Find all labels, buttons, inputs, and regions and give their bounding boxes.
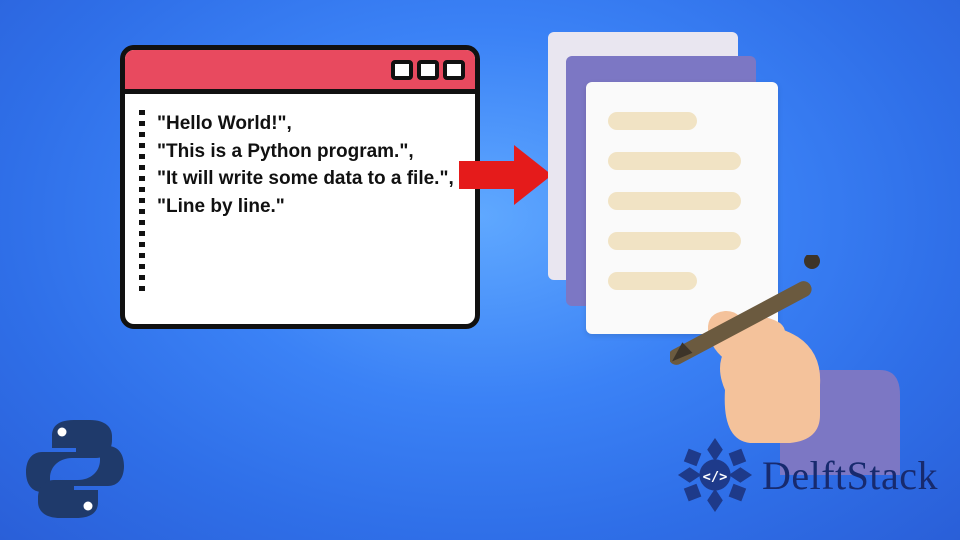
python-logo-icon: [20, 414, 130, 524]
code-line: "It will write some data to a file.",: [157, 165, 461, 193]
window-button: [391, 60, 413, 80]
brand-name: DelftStack: [762, 452, 938, 499]
code-line: "This is a Python program.",: [157, 138, 461, 166]
window-button: [417, 60, 439, 80]
document-line: [608, 112, 697, 130]
document-line: [608, 152, 741, 170]
svg-text:</>: </>: [703, 469, 728, 485]
brand: </> DelftStack: [676, 436, 938, 514]
notch-decoration: [139, 110, 145, 296]
window-button: [443, 60, 465, 80]
document-line: [608, 192, 741, 210]
code-line: "Line by line.": [157, 193, 461, 221]
arrow-right-icon: [459, 145, 552, 205]
code-line: "Hello World!",: [157, 110, 461, 138]
code-window: "Hello World!", "This is a Python progra…: [120, 45, 480, 329]
document-line: [608, 232, 741, 250]
window-titlebar: [125, 50, 475, 94]
delftstack-logo-icon: </>: [676, 436, 754, 514]
code-body: "Hello World!", "This is a Python progra…: [125, 94, 475, 324]
code-lines: "Hello World!", "This is a Python progra…: [157, 110, 461, 296]
